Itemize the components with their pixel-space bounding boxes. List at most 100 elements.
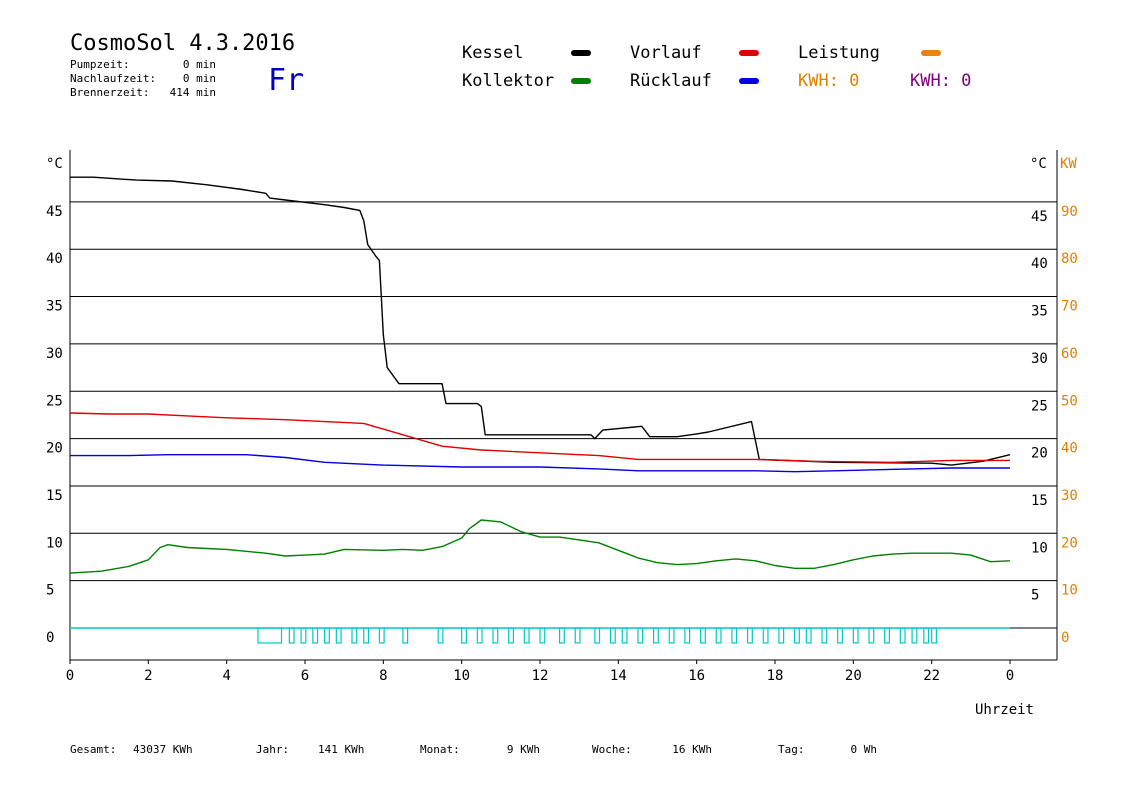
pulse-26 — [699, 627, 706, 644]
series-kollektor — [69, 519, 1011, 574]
pulse-35 — [837, 627, 843, 644]
y-left-tick-0: 0 — [46, 630, 54, 646]
pulse-34 — [821, 627, 828, 644]
x-tick-2: 4 — [222, 668, 230, 684]
y-kw-tick-20: 20 — [1061, 535, 1078, 551]
x-tick-10: 20 — [845, 668, 862, 684]
y-kw-tick-80: 80 — [1061, 251, 1078, 267]
y-right-tick-5: 5 — [1031, 588, 1039, 604]
y-right-tick-30: 30 — [1031, 351, 1048, 367]
pulse-40 — [911, 627, 918, 644]
energy-totals: Gesamt: 43037 KWh Jahr: 141 KWh Monat: 9… — [70, 743, 877, 756]
total-monat-label: Monat: — [420, 743, 460, 756]
pulse-18 — [574, 627, 581, 644]
series-lines — [69, 176, 1011, 629]
pulse-23 — [652, 627, 659, 644]
legend-swatch-vorlauf — [739, 50, 759, 56]
total-jahr-label: Jahr: — [256, 743, 289, 756]
y-left-tick-25: 25 — [46, 393, 63, 409]
chart-title: CosmoSol 4.3.2016 — [70, 31, 295, 56]
pulse-32 — [793, 627, 800, 644]
stat-value-nachlauf: 0 min — [183, 72, 216, 85]
pulse-27 — [715, 627, 722, 644]
y-kw-tick-0: 0 — [1061, 630, 1069, 646]
y-kw-tick-60: 60 — [1061, 346, 1078, 362]
y-left-tick-5: 5 — [46, 583, 54, 599]
x-tick-9: 18 — [767, 668, 784, 684]
pulse-30 — [762, 627, 769, 644]
pulse-11 — [461, 627, 467, 644]
pulse-21 — [621, 627, 628, 644]
x-tick-1: 2 — [144, 668, 152, 684]
y-right-tick-15: 15 — [1031, 493, 1048, 509]
stat-label-nachlauf: Nachlaufzeit: — [70, 72, 156, 85]
legend-label-kessel: Kessel — [462, 43, 523, 63]
pulse-36 — [852, 627, 859, 644]
y-left-tick-40: 40 — [46, 251, 63, 267]
y-kw-tick-50: 50 — [1061, 393, 1078, 409]
total-woche-value: 16 KWh — [672, 743, 712, 756]
pulse-12 — [476, 627, 483, 644]
y-left-tick-15: 15 — [46, 488, 63, 504]
legend-label-ruecklauf: Rücklauf — [630, 71, 712, 91]
y-right-unit: °C — [1030, 156, 1047, 172]
legend-swatch-leistung — [921, 50, 941, 56]
pulse-0 — [257, 627, 283, 644]
pulse-37 — [868, 627, 875, 644]
pulse-20 — [609, 627, 616, 644]
pulse-10 — [437, 627, 444, 644]
kwh-secondary: KWH: 0 — [910, 71, 971, 91]
legend-swatch-kessel — [571, 50, 591, 56]
legend-swatch-ruecklauf — [739, 78, 759, 84]
pulse-42 — [931, 627, 937, 644]
kwh-leistung: KWH: 0 — [798, 71, 859, 91]
pulse-17 — [558, 627, 565, 644]
stat-value-brenner: 414 min — [170, 86, 216, 99]
stat-label-brenner: Brennerzeit: — [70, 86, 149, 99]
pulse-5 — [335, 627, 342, 644]
x-tick-4: 8 — [379, 668, 387, 684]
y-kw-tick-70: 70 — [1061, 299, 1078, 315]
pulse-31 — [778, 627, 785, 644]
y-left-tick-45: 45 — [46, 204, 63, 220]
total-tag-value: 0 Wh — [851, 743, 878, 756]
pulse-15 — [523, 627, 530, 644]
total-jahr-value: 141 KWh — [318, 743, 364, 756]
legend-swatch-kollektor — [571, 78, 591, 84]
pulse-24 — [668, 627, 675, 644]
tick-labels: 0510152025303540455101520253035404501020… — [46, 204, 1078, 684]
x-axis-label: Uhrzeit — [975, 702, 1034, 718]
x-tick-6: 12 — [532, 668, 549, 684]
x-tick-0: 0 — [66, 668, 74, 684]
total-woche-label: Woche: — [592, 743, 632, 756]
run-stats: Pumpzeit: 0 min Nachlaufzeit: 0 min Bren… — [70, 58, 216, 99]
chart: CosmoSol 4.3.2016 Pumpzeit: 0 min Nachla… — [46, 31, 1078, 756]
stat-label-pump: Pumpzeit: — [70, 58, 130, 71]
y-left-tick-10: 10 — [46, 535, 63, 551]
pulse-8 — [378, 627, 385, 644]
x-tick-11: 22 — [923, 668, 940, 684]
pulse-9 — [402, 627, 409, 644]
pulse-33 — [805, 627, 812, 644]
legend-label-kollektor: Kollektor — [462, 71, 554, 91]
pulse-39 — [899, 627, 906, 644]
pulse-2 — [300, 627, 307, 644]
legend-label-leistung: Leistung — [798, 43, 880, 63]
y-right-tick-10: 10 — [1031, 540, 1048, 556]
pulse-3 — [312, 627, 319, 644]
pulse-29 — [746, 627, 753, 644]
total-gesamt-label: Gesamt: — [70, 743, 116, 756]
axes — [69, 150, 1058, 661]
total-tag-label: Tag: — [778, 743, 805, 756]
y-left-tick-20: 20 — [46, 441, 63, 457]
y-kw-unit: KW — [1060, 156, 1077, 172]
pump-pulses — [257, 627, 937, 644]
pulse-6 — [351, 627, 358, 644]
pulse-22 — [637, 627, 644, 644]
series-kessel — [70, 176, 1011, 466]
y-right-tick-35: 35 — [1031, 304, 1048, 320]
y-right-tick-45: 45 — [1031, 209, 1048, 225]
legend: Kessel Vorlauf Leistung Kollektor Rückla… — [462, 43, 971, 91]
pulse-1 — [288, 627, 295, 644]
pulse-41 — [923, 627, 930, 644]
